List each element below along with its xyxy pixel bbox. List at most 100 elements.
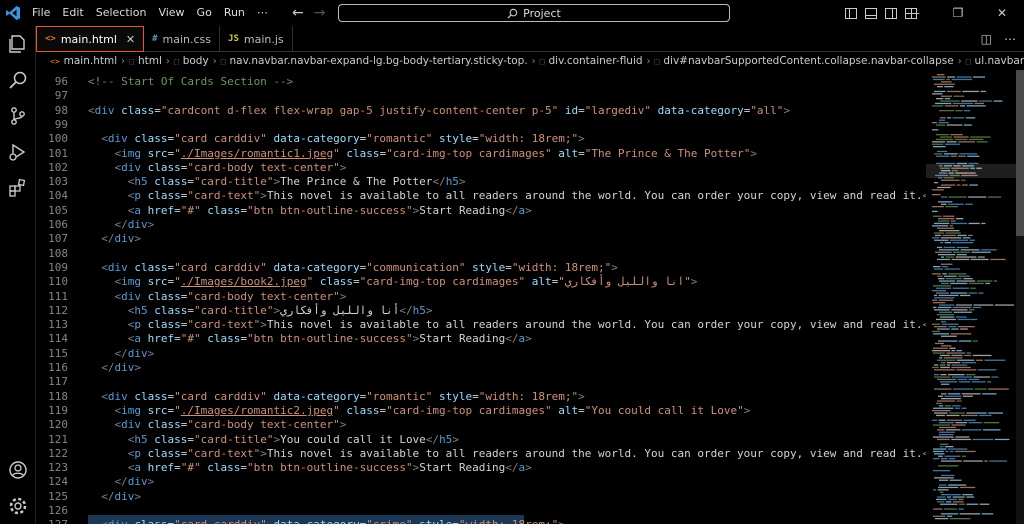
code-text: <div class="card-body text-center"> xyxy=(114,160,347,174)
extensions-icon[interactable] xyxy=(6,176,30,200)
breadcrumb-item[interactable]: ⬚ body xyxy=(174,55,209,67)
minimap-code-mark xyxy=(934,297,955,299)
vertical-scrollbar[interactable] xyxy=(1016,70,1024,524)
line-number: 97 xyxy=(54,89,68,103)
code-editor[interactable]: 96 <!-- Start Of Cards Section --> 97 98 <di… xyxy=(36,70,926,524)
minimap-code-mark xyxy=(965,117,976,119)
minimap-code-mark xyxy=(979,100,993,102)
more-actions-icon[interactable]: ⋯ xyxy=(1004,32,1016,46)
minimap-code-mark xyxy=(979,503,990,505)
menu-item[interactable]: File xyxy=(26,0,56,26)
minimap-code-mark xyxy=(948,196,967,198)
minimap-viewport[interactable] xyxy=(926,164,1016,178)
minimap-code-mark xyxy=(947,419,962,421)
line-number: 118 xyxy=(48,389,68,403)
settings-gear-icon[interactable] xyxy=(6,494,30,518)
code-text: <img src="./Images/book2.jpeg" class="ca… xyxy=(114,275,698,289)
toggle-panel-icon[interactable] xyxy=(865,7,877,19)
menu-item[interactable]: View xyxy=(152,0,190,26)
minimap-code-mark xyxy=(935,102,952,105)
menu-item[interactable]: Selection xyxy=(90,0,153,26)
tab-main-js[interactable]: JS main.js xyxy=(220,26,293,52)
tab-main-css[interactable]: # main.css xyxy=(144,26,221,52)
command-center-search[interactable]: Project xyxy=(338,4,730,22)
minimap-code-mark xyxy=(939,422,954,424)
minimap-code-mark xyxy=(934,309,950,311)
scrollbar-thumb[interactable] xyxy=(1016,70,1024,236)
minimap-code-mark xyxy=(958,340,972,342)
accounts-icon[interactable] xyxy=(6,458,30,482)
minimap-code-mark xyxy=(956,280,976,282)
minimap-code-mark xyxy=(938,486,959,489)
back-arrow-icon[interactable]: ← xyxy=(292,5,304,21)
minimap-code-mark xyxy=(974,388,987,390)
code-text: <a href="#" class="btn btn-outline-succe… xyxy=(127,461,532,475)
minimap-code-mark xyxy=(954,138,968,141)
minimap-code-mark xyxy=(973,376,990,378)
minimap-code-mark xyxy=(972,354,992,357)
minimap-code-mark xyxy=(937,227,955,229)
breadcrumb-separator-icon: › xyxy=(646,55,651,67)
breadcrumb-item[interactable]: <> main.html xyxy=(50,55,117,67)
minimap-code-mark xyxy=(958,498,964,501)
breadcrumb-item[interactable]: ⬚ul.navbar-nav.me-auto.mb-2.mb-lg-0 xyxy=(966,55,1024,67)
minimap-code-mark xyxy=(953,136,969,138)
forward-arrow-icon[interactable]: → xyxy=(314,5,326,21)
minimap-code-mark xyxy=(939,110,954,112)
code-line: 116 </div> xyxy=(36,361,926,375)
minimap-code-mark xyxy=(948,203,964,205)
breadcrumb-item[interactable]: ⬚ div.container-fluid xyxy=(540,55,643,67)
minimap-code-mark xyxy=(936,98,944,100)
minimap-code-mark xyxy=(966,105,986,107)
minimap-code-mark xyxy=(940,458,948,460)
minimap-code-mark xyxy=(946,414,960,417)
minimap-code-mark xyxy=(944,86,954,88)
split-editor-icon[interactable]: ◫ xyxy=(981,32,992,46)
close-tab-icon[interactable]: ✕ xyxy=(126,33,135,46)
minimap-code-mark xyxy=(973,304,994,306)
line-number: 109 xyxy=(48,260,68,274)
minimap-code-mark xyxy=(984,460,988,462)
minimap-code-mark xyxy=(947,374,965,376)
minimap-code-mark xyxy=(932,419,938,421)
explorer-icon[interactable] xyxy=(6,32,30,56)
restore-icon[interactable]: ❐ xyxy=(936,6,980,20)
minimize-icon[interactable]: — xyxy=(892,6,936,20)
minimap[interactable] xyxy=(926,70,1016,524)
breadcrumb-item[interactable]: ⬚ nav.navbar.navbar-expand-lg.bg-body-ter… xyxy=(221,55,528,67)
source-control-icon[interactable] xyxy=(6,104,30,128)
code-line: 108 xyxy=(36,247,926,261)
tab-main-html[interactable]: <> main.html ✕ xyxy=(36,26,145,52)
close-window-icon[interactable]: ✕ xyxy=(980,6,1024,20)
minimap-code-mark xyxy=(932,350,950,352)
minimap-code-mark xyxy=(941,256,945,258)
minimap-code-mark xyxy=(938,465,959,467)
file-type-icon: # xyxy=(152,34,158,44)
toggle-primary-sidebar-icon[interactable] xyxy=(845,7,857,19)
vscode-logo-icon[interactable] xyxy=(0,0,26,26)
line-number: 98 xyxy=(54,103,68,117)
run-and-debug-icon[interactable] xyxy=(6,140,30,164)
minimap-code-mark xyxy=(932,299,938,301)
menu-item[interactable]: Go xyxy=(191,0,218,26)
minimap-code-mark xyxy=(939,280,955,282)
minimap-code-mark xyxy=(968,196,987,198)
menu-item[interactable]: Run xyxy=(218,0,251,26)
breadcrumb-item[interactable]: ⬚ html xyxy=(129,55,162,67)
menu-item[interactable]: Edit xyxy=(56,0,89,26)
minimap-code-mark xyxy=(942,273,947,275)
code-line: 98 <div class="cardcont d-flex flex-wrap … xyxy=(36,104,926,118)
breadcrumb-item[interactable]: ⬚ div#navbarSupportedContent.collapse.nav… xyxy=(655,55,954,67)
minimap-code-mark xyxy=(960,328,968,330)
code-line: 110 <img src="./Images/book2.jpeg" class… xyxy=(36,275,926,289)
search-view-icon[interactable] xyxy=(6,68,30,92)
minimap-code-mark xyxy=(937,246,943,249)
code-line: 119 <img src="./Images/romantic2.jpeg" c… xyxy=(36,404,926,418)
line-number: 124 xyxy=(48,475,68,489)
minimap-code-mark xyxy=(934,369,955,371)
minimap-code-mark xyxy=(932,105,944,107)
tab-label: main.js xyxy=(243,32,284,46)
menu-item[interactable]: ⋯ xyxy=(251,0,274,26)
minimap-code-mark xyxy=(934,153,943,155)
file-type-icon: JS xyxy=(228,34,239,44)
